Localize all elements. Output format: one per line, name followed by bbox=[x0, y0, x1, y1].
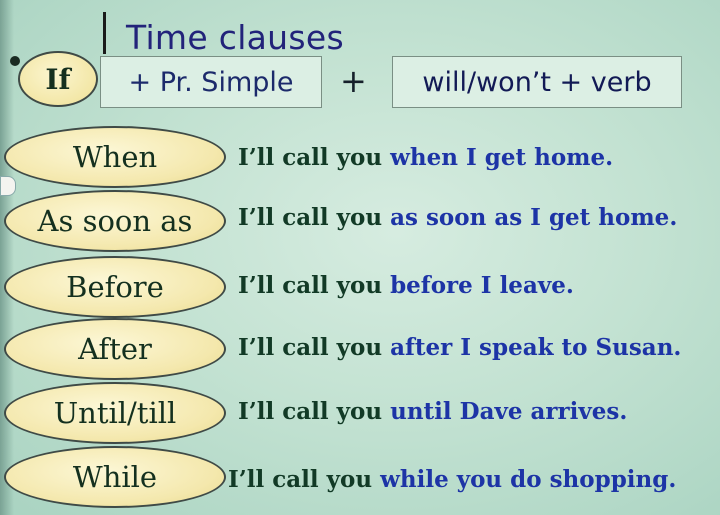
conjunction-oval: Before bbox=[4, 256, 226, 318]
slide-title: Time clauses bbox=[126, 18, 344, 57]
conjunction-oval: As soon as bbox=[4, 190, 226, 252]
main-clause: I’ll call you bbox=[238, 144, 383, 171]
example-sentence: I’ll call you when I get home. bbox=[238, 144, 613, 171]
plus-sign: + bbox=[340, 62, 367, 100]
example-sentence: I’ll call you before I leave. bbox=[238, 272, 574, 299]
conjunction-oval: While bbox=[4, 446, 226, 508]
text-cursor bbox=[103, 12, 106, 54]
example-sentence: I’ll call you until Dave arrives. bbox=[238, 398, 627, 425]
main-clause: I’ll call you bbox=[238, 272, 383, 299]
bullet-dot bbox=[10, 56, 20, 66]
if-oval: If bbox=[18, 51, 98, 107]
conjunction-oval: After bbox=[4, 318, 226, 380]
time-clause: when I get home. bbox=[390, 144, 614, 171]
time-clause: while you do shopping. bbox=[380, 466, 677, 493]
time-clause: before I leave. bbox=[390, 272, 574, 299]
example-sentence: I’ll call you after I speak to Susan. bbox=[238, 334, 681, 361]
conjunction-oval: Until/till bbox=[4, 382, 226, 444]
left-edge-shadow bbox=[0, 0, 14, 515]
side-tab bbox=[0, 176, 16, 196]
main-clause: I’ll call you bbox=[238, 204, 383, 231]
time-clause: until Dave arrives. bbox=[390, 398, 628, 425]
time-clause: as soon as I get home. bbox=[390, 204, 678, 231]
conjunction-oval: When bbox=[4, 126, 226, 188]
main-clause: I’ll call you bbox=[238, 398, 383, 425]
will-verb-box: will/won’t + verb bbox=[392, 56, 682, 108]
present-simple-box: + Pr. Simple bbox=[100, 56, 322, 108]
main-clause: I’ll call you bbox=[238, 334, 383, 361]
example-sentence: I’ll call you while you do shopping. bbox=[228, 466, 676, 493]
slide: Time clauses If + Pr. Simple + will/won’… bbox=[0, 0, 720, 515]
main-clause: I’ll call you bbox=[228, 466, 373, 493]
example-sentence: I’ll call you as soon as I get home. bbox=[238, 204, 677, 231]
time-clause: after I speak to Susan. bbox=[390, 334, 682, 361]
